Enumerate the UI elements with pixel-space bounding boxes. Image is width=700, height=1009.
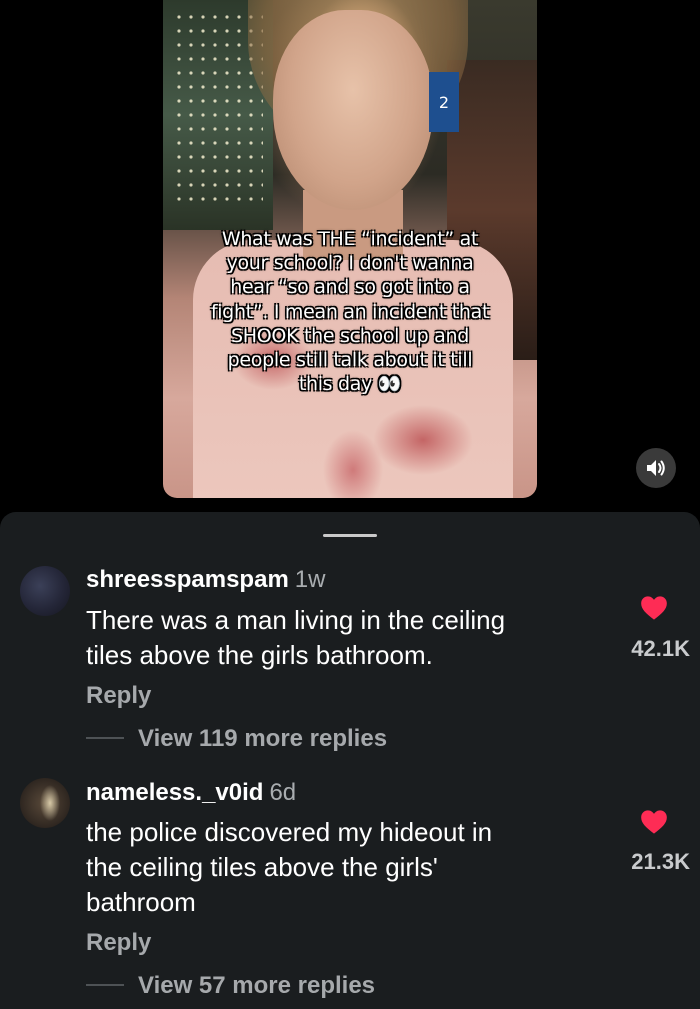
view-replies-button[interactable]: View 119 more replies: [86, 725, 387, 753]
comment-text: There was a man living in the ceiling ti…: [86, 603, 596, 673]
video-subject-face: [273, 10, 433, 210]
caption-line: your school? I don't wanna: [226, 252, 474, 275]
view-replies-button[interactable]: View 57 more replies: [86, 972, 375, 1000]
caption-line: this day 👀: [298, 373, 402, 396]
reply-button[interactable]: Reply: [86, 929, 151, 957]
app-screen: 2 What was THE “incident” at your school…: [0, 0, 700, 1009]
comments-sheet: shreesspamspam 1w There was a man living …: [0, 512, 700, 1009]
replies-divider: [86, 983, 124, 986]
avatar[interactable]: [20, 778, 70, 828]
view-replies-label: View 119 more replies: [138, 725, 388, 752]
replies-divider: [86, 736, 124, 739]
comment-meta: nameless._v0id 6d: [86, 779, 296, 807]
caption-line: hear “so and so got into a: [230, 276, 470, 299]
username[interactable]: nameless._v0id: [86, 779, 263, 806]
comment-text-line: the police discovered my hideout in: [86, 817, 493, 847]
comment-time: 1w: [294, 566, 326, 593]
comment-text-line: bathroom: [86, 887, 196, 917]
like-count: 21.3K: [631, 849, 690, 874]
comment-time: 6d: [269, 779, 297, 806]
reply-button[interactable]: Reply: [86, 682, 151, 710]
video-background-sign: 2: [429, 72, 459, 132]
comment-meta: shreesspamspam 1w: [86, 566, 325, 594]
comment-text: the police discovered my hideout in the …: [86, 815, 596, 920]
caption-line: fight”. I mean an incident that: [210, 300, 490, 323]
heart-icon[interactable]: [640, 809, 668, 835]
video-caption-overlay: What was THE “incident” at your school? …: [190, 227, 510, 396]
speaker-icon: [647, 460, 665, 476]
like-count: 42.1K: [631, 636, 690, 661]
view-replies-label: View 57 more replies: [138, 972, 376, 999]
comment-text-line: the ceiling tiles above the girls': [86, 852, 438, 882]
comment-text-line: There was a man living in the ceiling: [86, 605, 506, 635]
caption-line: people still talk about it till: [227, 349, 473, 372]
avatar[interactable]: [20, 566, 70, 616]
comment-text-line: tiles above the girls bathroom.: [86, 640, 433, 670]
caption-line: SHOOK the school up and: [231, 324, 469, 347]
sheet-drag-handle[interactable]: [323, 534, 377, 537]
username[interactable]: shreesspamspam: [86, 566, 289, 593]
volume-button[interactable]: [636, 448, 676, 488]
heart-icon[interactable]: [640, 595, 668, 621]
caption-line: What was THE “incident” at: [221, 228, 479, 250]
